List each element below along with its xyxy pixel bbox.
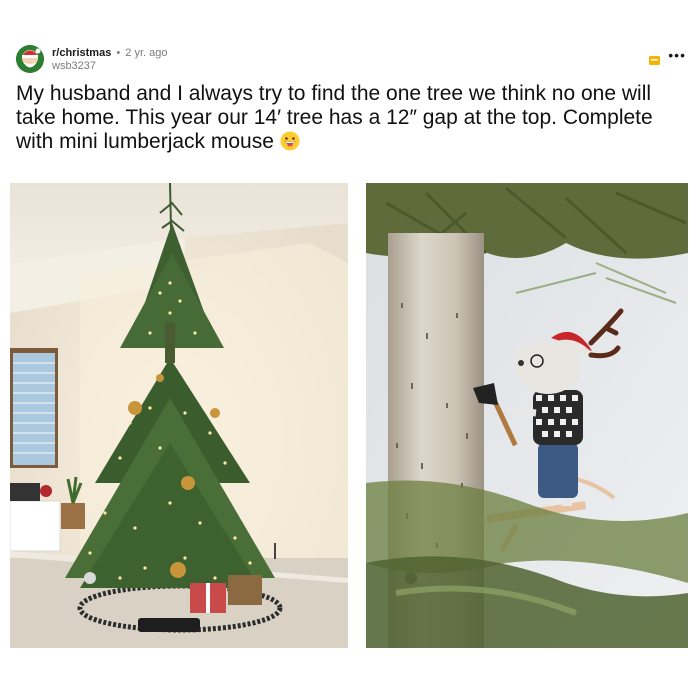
meta-separator: •: [116, 47, 121, 59]
subreddit-link[interactable]: r/christmas: [52, 47, 111, 59]
username-link[interactable]: wsb3237: [52, 60, 168, 73]
post-meta: r/christmas • 2 yr. ago wsb3237: [52, 47, 168, 73]
post-title[interactable]: My husband and I always try to find the …: [16, 82, 684, 154]
post-header: r/christmas • 2 yr. ago wsb3237 •••: [16, 45, 686, 79]
award-icon[interactable]: [649, 53, 660, 65]
grinning-face-emoji-icon: [280, 131, 300, 151]
post-image-christmas-tree[interactable]: [10, 183, 348, 648]
post-title-text: My husband and I always try to find the …: [16, 82, 653, 153]
subreddit-avatar-icon[interactable]: [16, 45, 44, 73]
post-image-lumberjack-mouse[interactable]: [366, 183, 688, 648]
more-options-icon[interactable]: •••: [668, 47, 686, 63]
post-age: 2 yr. ago: [125, 47, 168, 59]
